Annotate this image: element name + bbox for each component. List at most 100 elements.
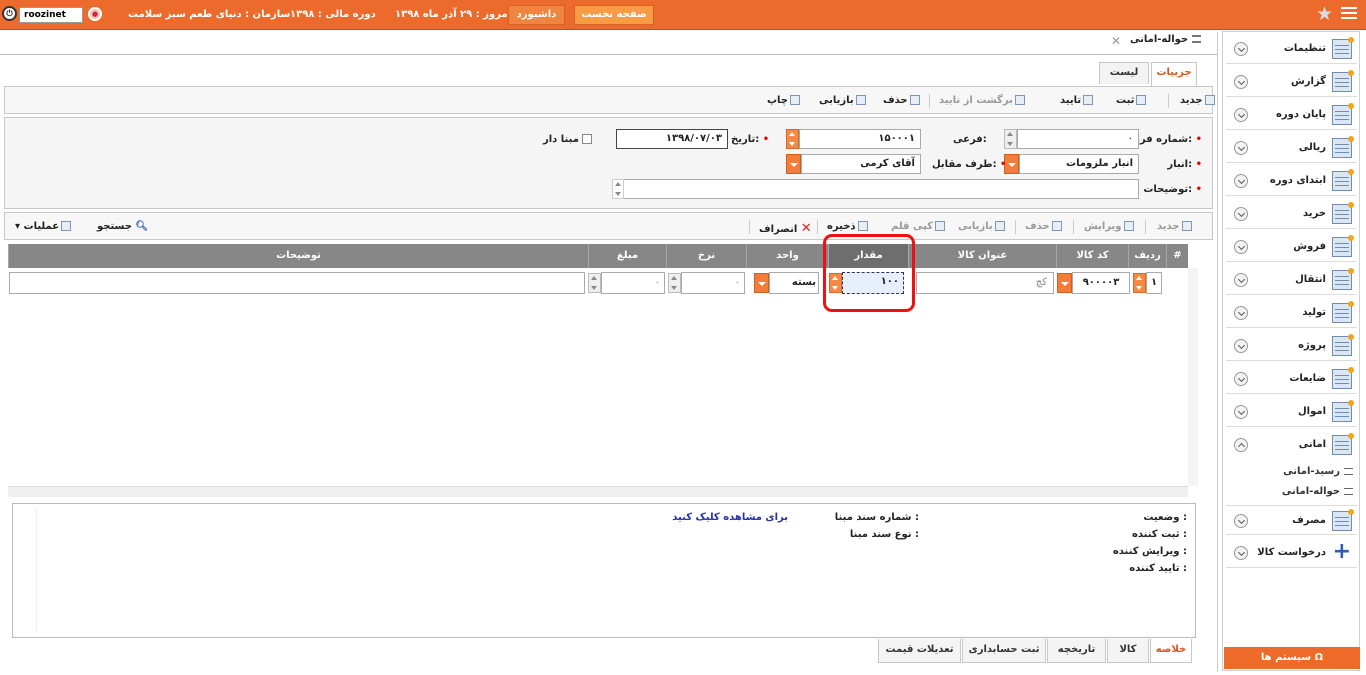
cell-notes[interactable] <box>9 272 585 294</box>
grid-horizontal-scrollbar[interactable] <box>8 486 1188 497</box>
tab-price-adjust[interactable]: تعدیلات قیمت <box>878 639 961 663</box>
col-rate[interactable]: نرخ <box>666 244 746 268</box>
row-spinner[interactable] <box>1133 273 1146 293</box>
save-button[interactable]: ذخیره <box>827 221 868 232</box>
chevron-up-icon[interactable] <box>1234 438 1248 452</box>
sidebar-item-waste[interactable]: ضایعات <box>1226 364 1357 394</box>
close-tab-icon[interactable]: ✕ <box>1111 34 1121 48</box>
grid-delete-button[interactable]: حذف <box>1025 221 1062 232</box>
sidebar-item-project[interactable]: پروژه <box>1226 331 1357 361</box>
confirm-button[interactable]: تایید <box>1060 95 1094 106</box>
sidebar-item-production[interactable]: تولید <box>1226 298 1357 328</box>
chevron-down-icon[interactable] <box>1234 372 1248 386</box>
sidebar-item-report[interactable]: گزارش <box>1226 67 1357 97</box>
sidebar-item-consumption[interactable]: مصرف <box>1226 505 1357 535</box>
grid-refresh-button[interactable]: بازیابی <box>958 221 1005 232</box>
cell-title[interactable]: کچ <box>916 272 1054 294</box>
chevron-down-icon[interactable] <box>1234 141 1248 155</box>
chevron-down-icon[interactable] <box>1234 514 1248 528</box>
col-hash: # <box>1166 244 1188 268</box>
cell-amount[interactable]: ۰ <box>601 272 665 294</box>
summary-scrollbar[interactable] <box>25 508 37 630</box>
unconfirm-button[interactable]: برگشت از تایید <box>939 95 1025 106</box>
sidebar-item-period-end[interactable]: پایان دوره <box>1226 100 1357 130</box>
tab-history[interactable]: تاریخچه <box>1047 639 1106 663</box>
sidebar-item-rial[interactable]: ریالی <box>1226 133 1357 163</box>
sidebar-item-purchase[interactable]: خرید <box>1226 199 1357 229</box>
sidebar-item-consignment[interactable]: امانی <box>1226 430 1357 460</box>
sidebar-item-sales[interactable]: فروش <box>1226 232 1357 262</box>
print-button[interactable]: چاپ <box>767 95 801 106</box>
sidebar-divider[interactable] <box>1217 32 1221 672</box>
power-icon[interactable]: ⏻ <box>2 6 17 21</box>
new-button[interactable]: جدید <box>1180 95 1215 106</box>
highlight-annotation <box>823 234 915 312</box>
cancel-button[interactable]: انصراف ✕ <box>759 221 812 236</box>
chevron-down-icon[interactable] <box>1234 546 1248 560</box>
grid-new-button[interactable]: جدید <box>1157 221 1192 232</box>
tab-details[interactable]: جزییات <box>1151 62 1197 86</box>
notes-input[interactable] <box>612 179 1139 199</box>
search-button[interactable]: جستجو 🔍︎ <box>97 221 148 232</box>
sub-input[interactable]: ۱۵۰۰۰۱ <box>799 129 921 149</box>
chevron-down-icon[interactable] <box>1234 306 1248 320</box>
counterparty-select[interactable]: آقای کرمی <box>801 154 921 174</box>
grid-edit-button[interactable]: ویرایش <box>1084 221 1134 232</box>
tab-goods[interactable]: کالا <box>1107 639 1149 663</box>
warehouse-select[interactable]: انبار ملزومات <box>1019 154 1139 174</box>
form-no-input[interactable]: ۰ <box>1017 129 1139 149</box>
col-amount[interactable]: مبلغ <box>588 244 666 268</box>
cell-code[interactable]: ۹۰۰۰۰۳ <box>1072 272 1130 294</box>
view-link[interactable]: برای مشاهده کلیک کنید <box>672 512 788 523</box>
date-input[interactable]: ۱۳۹۸/۰۷/۰۳ <box>616 129 728 149</box>
cell-unit[interactable]: بسته <box>769 272 819 294</box>
has-base-checkbox[interactable]: مبنا دار <box>543 134 593 145</box>
home-button[interactable]: صفحه نخست <box>574 5 654 25</box>
chevron-down-icon[interactable] <box>1234 207 1248 221</box>
col-unit[interactable]: واحد <box>746 244 828 268</box>
sidebar-item-settings[interactable]: تنظیمات <box>1226 34 1357 64</box>
tab-list[interactable]: لیست <box>1099 62 1149 84</box>
chevron-down-icon[interactable] <box>1234 42 1248 56</box>
amount-spinner[interactable] <box>588 273 601 293</box>
tab-summary[interactable]: خلاصه <box>1150 639 1192 663</box>
col-notes[interactable]: توضیحات <box>8 244 588 268</box>
sidebar-subitem-issue[interactable]: حواله-امانی <box>1282 486 1353 497</box>
counterparty-dropdown-icon[interactable] <box>786 154 801 174</box>
systems-button[interactable]: سیستم ها Ω <box>1224 647 1360 669</box>
copy-item-button[interactable]: کپی قلم <box>891 221 945 232</box>
delete-button[interactable]: حذف <box>883 95 920 106</box>
cell-row[interactable]: ۱ <box>1146 272 1162 294</box>
doc-tab[interactable]: حواله-امانی <box>1130 34 1202 54</box>
settings-dot-icon[interactable]: ● <box>88 7 102 21</box>
register-button[interactable]: ثبت <box>1116 95 1147 106</box>
refresh-button[interactable]: بازیابی <box>819 95 866 106</box>
menu-hamburger-icon[interactable] <box>1341 7 1357 21</box>
grid-vertical-scrollbar[interactable] <box>1188 268 1198 486</box>
chevron-down-icon[interactable] <box>1234 273 1248 287</box>
sidebar-item-period-start[interactable]: ابتدای دوره <box>1226 166 1357 196</box>
chevron-down-icon[interactable] <box>1234 240 1248 254</box>
form-no-spinner[interactable] <box>1004 129 1017 149</box>
chevron-down-icon[interactable] <box>1234 339 1248 353</box>
chevron-down-icon[interactable] <box>1234 108 1248 122</box>
rate-spinner[interactable] <box>668 273 681 293</box>
chevron-down-icon[interactable] <box>1234 75 1248 89</box>
sub-spinner[interactable] <box>786 129 799 149</box>
actions-menu[interactable]: ▾ عملیات <box>15 221 72 232</box>
sidebar-item-goods-request[interactable]: + درخواست کالا <box>1226 538 1357 568</box>
report-icon <box>1332 70 1354 92</box>
notes-scroll[interactable] <box>612 179 624 199</box>
tab-accounting[interactable]: ثبت حسابداری <box>962 639 1046 663</box>
dashboard-button[interactable]: داشبورد <box>508 5 565 25</box>
sidebar-subitem-receipt[interactable]: رسید-امانی <box>1283 466 1353 477</box>
sidebar-item-transfer[interactable]: انتقال <box>1226 265 1357 295</box>
chevron-down-icon[interactable] <box>1234 405 1248 419</box>
favorites-star-icon[interactable]: ★ <box>1316 4 1333 24</box>
code-dropdown-icon[interactable] <box>1057 273 1072 293</box>
unit-dropdown-icon[interactable] <box>754 273 769 293</box>
cell-rate[interactable]: ۰ <box>681 272 745 294</box>
sidebar-item-assets[interactable]: اموال <box>1226 397 1357 427</box>
chevron-down-icon[interactable] <box>1234 174 1248 188</box>
username-box: roozinet <box>19 7 83 23</box>
